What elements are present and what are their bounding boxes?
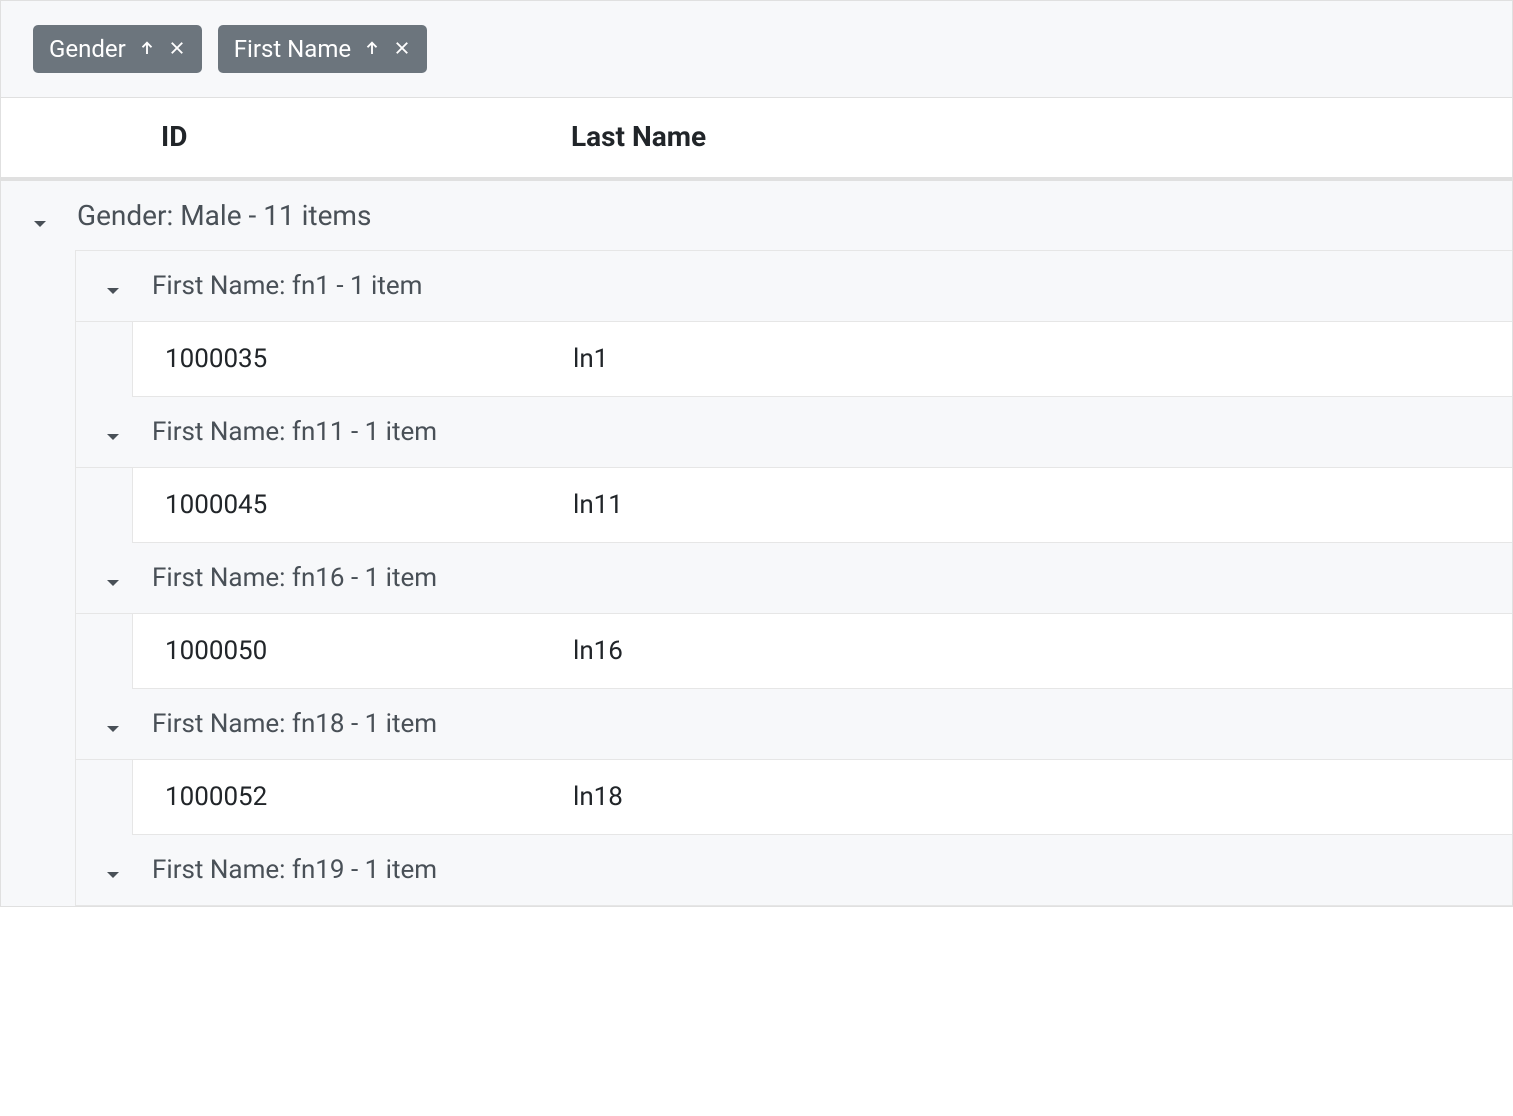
group-chip-gender[interactable]: Gender: [33, 25, 202, 73]
table-row[interactable]: 1000045 ln11: [132, 468, 1512, 543]
collapse-icon[interactable]: [104, 569, 122, 587]
cell-id: 1000050: [133, 636, 573, 666]
group-chip-label: First Name: [234, 35, 351, 63]
group-chip-first-name[interactable]: First Name: [218, 25, 427, 73]
group-level-2: First Name: fn1 - 1 item 1000035 ln1: [76, 251, 1512, 397]
collapse-icon[interactable]: [104, 423, 122, 441]
collapse-icon[interactable]: [104, 861, 122, 879]
group-header-label: First Name: fn19 - 1 item: [152, 855, 437, 885]
group-header-gender[interactable]: Gender: Male - 11 items: [1, 181, 1512, 250]
remove-group-icon[interactable]: [168, 35, 186, 63]
grid-container: Gender First Name ID Last Name: [0, 0, 1513, 907]
column-header-id[interactable]: ID: [1, 120, 571, 153]
remove-group-icon[interactable]: [393, 35, 411, 63]
group-header-label: First Name: fn1 - 1 item: [152, 271, 422, 301]
group-level-2: First Name: fn18 - 1 item 1000052 ln18: [76, 689, 1512, 835]
group-level-2: First Name: fn11 - 1 item 1000045 ln11: [76, 397, 1512, 543]
cell-last-name: ln11: [573, 490, 1512, 520]
group-header-first-name[interactable]: First Name: fn19 - 1 item: [76, 835, 1512, 906]
collapse-icon[interactable]: [104, 277, 122, 295]
cell-id: 1000045: [133, 490, 573, 520]
table-row[interactable]: 1000052 ln18: [132, 760, 1512, 835]
cell-last-name: ln1: [573, 344, 1512, 374]
group-level-2: First Name: fn19 - 1 item: [76, 835, 1512, 906]
group-chip-label: Gender: [49, 35, 126, 63]
group-level-1: Gender: Male - 11 items First Name: fn1 …: [1, 181, 1512, 906]
group-header-label: First Name: fn16 - 1 item: [152, 563, 437, 593]
group-header-label: First Name: fn18 - 1 item: [152, 709, 437, 739]
group-header-first-name[interactable]: First Name: fn11 - 1 item: [76, 397, 1512, 468]
sort-asc-icon[interactable]: [363, 35, 381, 63]
collapse-icon[interactable]: [104, 715, 122, 733]
table-row[interactable]: 1000050 ln16: [132, 614, 1512, 689]
group-header-first-name[interactable]: First Name: fn16 - 1 item: [76, 543, 1512, 614]
cell-id: 1000052: [133, 782, 573, 812]
column-header-last-name[interactable]: Last Name: [571, 120, 1512, 153]
group-body: First Name: fn1 - 1 item 1000035 ln1 Fir…: [75, 250, 1512, 906]
table-row[interactable]: 1000035 ln1: [132, 322, 1512, 397]
cell-last-name: ln18: [573, 782, 1512, 812]
sort-asc-icon[interactable]: [138, 35, 156, 63]
group-by-bar: Gender First Name: [1, 1, 1512, 97]
group-header-label: First Name: fn11 - 1 item: [152, 417, 437, 447]
group-level-2: First Name: fn16 - 1 item 1000050 ln16: [76, 543, 1512, 689]
group-header-first-name[interactable]: First Name: fn18 - 1 item: [76, 689, 1512, 760]
group-header-label: Gender: Male - 11 items: [77, 199, 371, 232]
cell-last-name: ln16: [573, 636, 1512, 666]
column-header-row: ID Last Name: [1, 97, 1512, 181]
group-header-first-name[interactable]: First Name: fn1 - 1 item: [76, 251, 1512, 322]
collapse-icon[interactable]: [31, 207, 49, 225]
cell-id: 1000035: [133, 344, 573, 374]
